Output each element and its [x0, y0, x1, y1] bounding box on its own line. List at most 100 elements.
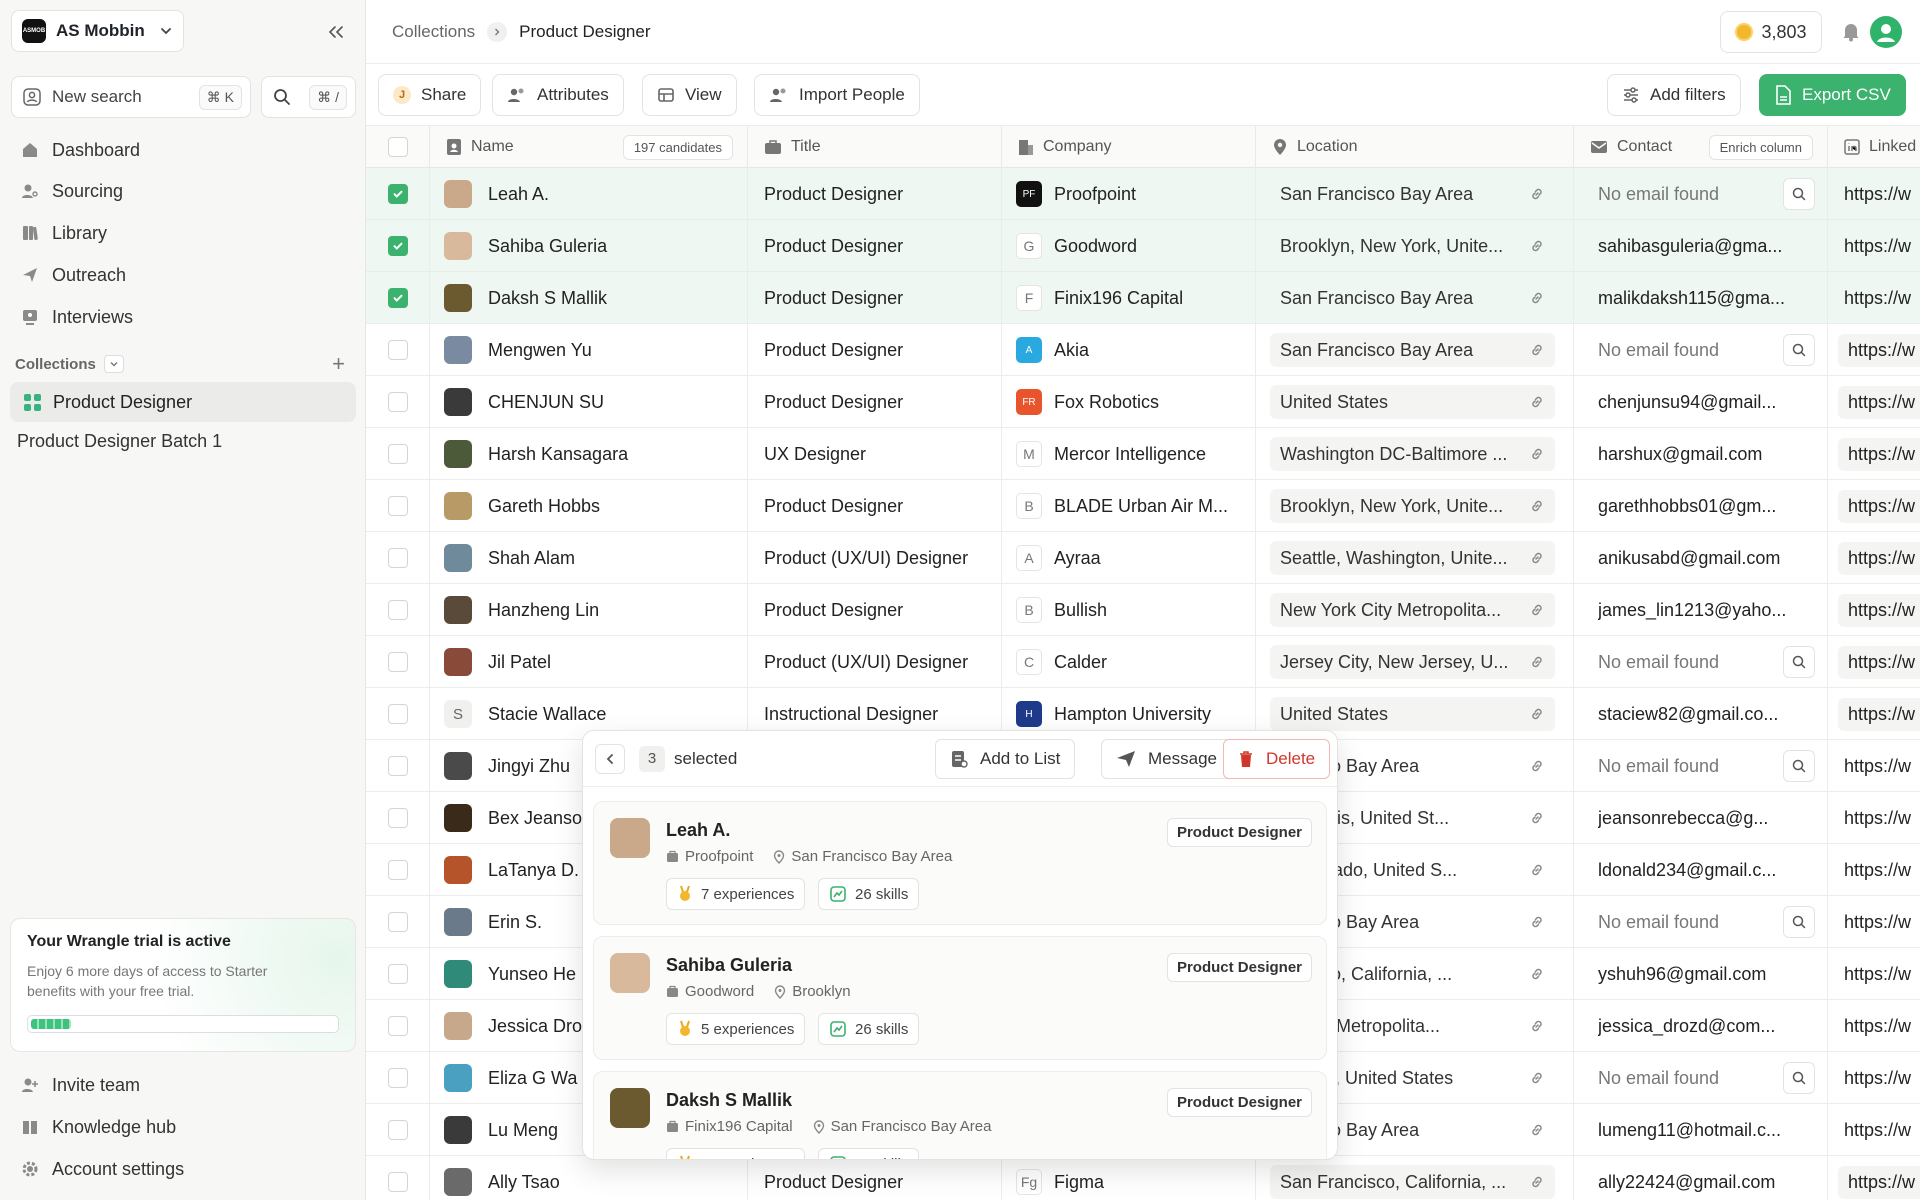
- share-button[interactable]: J Share: [378, 74, 482, 116]
- candidate-name[interactable]: Jil Patel: [488, 652, 551, 673]
- row-checkbox[interactable]: [387, 236, 408, 256]
- import-people-button[interactable]: Import People: [754, 74, 920, 116]
- link-icon[interactable]: [1529, 394, 1545, 410]
- company-name[interactable]: Figma: [1054, 1172, 1104, 1193]
- table-row[interactable]: Mengwen Yu Product Designer A Akia San Franc…: [366, 324, 1920, 376]
- enrich-column-button[interactable]: Enrich column: [1708, 134, 1813, 160]
- message-button[interactable]: Message: [1101, 739, 1232, 779]
- linkedin-url[interactable]: https://w: [1838, 437, 1920, 471]
- table-row[interactable]: Jil Patel Product (UX/UI) Designer C Calder…: [366, 636, 1920, 688]
- candidate-name[interactable]: Jingyi Zhu: [488, 756, 570, 777]
- candidate-name[interactable]: Stacie Wallace: [488, 704, 606, 725]
- linkedin-url[interactable]: https://w: [1844, 1120, 1911, 1141]
- link-icon[interactable]: [1529, 758, 1545, 774]
- column-name[interactable]: Name 197 candidates: [430, 126, 748, 168]
- add-to-list-button[interactable]: Add to List: [935, 739, 1076, 779]
- select-all-checkbox[interactable]: [388, 137, 408, 157]
- candidate-name[interactable]: Lu Meng: [488, 1120, 558, 1141]
- add-filters-button[interactable]: Add filters: [1607, 74, 1741, 116]
- link-icon[interactable]: [1529, 1174, 1545, 1190]
- link-icon[interactable]: [1529, 238, 1545, 254]
- find-email-icon[interactable]: [1783, 1062, 1815, 1094]
- link-icon[interactable]: [1529, 602, 1545, 618]
- candidate-name[interactable]: LaTanya D.: [488, 860, 579, 881]
- candidate-name[interactable]: Mengwen Yu: [488, 340, 592, 361]
- nav-library[interactable]: Library: [10, 214, 356, 252]
- linkedin-url[interactable]: https://w: [1844, 236, 1911, 257]
- nav-sourcing[interactable]: Sourcing: [10, 172, 356, 210]
- bell-icon[interactable]: [1840, 20, 1862, 42]
- user-avatar[interactable]: [1870, 16, 1902, 48]
- experiences-chip[interactable]: 5 experiences: [666, 1148, 806, 1159]
- row-checkbox[interactable]: [387, 1120, 408, 1140]
- credits-badge[interactable]: 3,803: [1720, 11, 1822, 53]
- link-icon[interactable]: [1529, 446, 1545, 462]
- link-icon[interactable]: [1529, 1070, 1545, 1086]
- link-icon[interactable]: [1529, 810, 1545, 826]
- candidate-name[interactable]: Sahiba Guleria: [488, 236, 607, 257]
- view-button[interactable]: View: [642, 74, 737, 116]
- new-search-button[interactable]: New search ⌘ K: [11, 76, 251, 118]
- linkedin-url[interactable]: https://w: [1844, 1016, 1911, 1037]
- candidate-name[interactable]: Yunseo He: [488, 964, 576, 985]
- candidate-name[interactable]: CHENJUN SU: [488, 392, 604, 413]
- linkedin-url[interactable]: https://w: [1844, 184, 1911, 205]
- link-icon[interactable]: [1529, 654, 1545, 670]
- company-name[interactable]: Calder: [1054, 652, 1107, 673]
- row-checkbox[interactable]: [387, 340, 408, 360]
- link-icon[interactable]: [1529, 706, 1545, 722]
- link-icon[interactable]: [1529, 862, 1545, 878]
- linkedin-url[interactable]: https://w: [1844, 288, 1911, 309]
- link-icon[interactable]: [1529, 186, 1545, 202]
- company-name[interactable]: Mercor Intelligence: [1054, 444, 1206, 465]
- candidate-name[interactable]: Harsh Kansagara: [488, 444, 628, 465]
- link-icon[interactable]: [1529, 914, 1545, 930]
- table-row[interactable]: Gareth Hobbs Product Designer B BLADE Urban…: [366, 480, 1920, 532]
- link-icon[interactable]: [1529, 498, 1545, 514]
- link-icon[interactable]: [1529, 1018, 1545, 1034]
- candidate-name[interactable]: Hanzheng Lin: [488, 600, 599, 621]
- find-email-icon[interactable]: [1783, 178, 1815, 210]
- find-email-icon[interactable]: [1783, 750, 1815, 782]
- company-name[interactable]: Hampton University: [1054, 704, 1211, 725]
- candidate-name[interactable]: Gareth Hobbs: [488, 496, 600, 517]
- table-row[interactable]: CHENJUN SU Product Designer FR Fox Robotics…: [366, 376, 1920, 428]
- link-icon[interactable]: [1529, 1122, 1545, 1138]
- row-checkbox[interactable]: [387, 756, 408, 776]
- link-icon[interactable]: [1529, 966, 1545, 982]
- column-location[interactable]: Location: [1256, 126, 1574, 168]
- find-email-icon[interactable]: [1783, 906, 1815, 938]
- table-row[interactable]: Hanzheng Lin Product Designer B Bullish New …: [366, 584, 1920, 636]
- collection-item-product-designer[interactable]: Product Designer: [10, 382, 356, 422]
- link-icon[interactable]: [1529, 550, 1545, 566]
- linkedin-url[interactable]: https://w: [1844, 808, 1911, 829]
- workspace-switcher[interactable]: ASMOB AS Mobbin: [11, 10, 184, 52]
- table-row[interactable]: Harsh Kansagara UX Designer M Mercor Intell…: [366, 428, 1920, 480]
- linkedin-url[interactable]: https://w: [1844, 1068, 1911, 1089]
- find-email-icon[interactable]: [1783, 646, 1815, 678]
- row-checkbox[interactable]: [387, 184, 408, 204]
- candidate-name[interactable]: Eliza G Wa: [488, 1068, 577, 1089]
- breadcrumb-collections[interactable]: Collections: [392, 22, 475, 42]
- nav-outreach[interactable]: Outreach: [10, 256, 356, 294]
- export-csv-button[interactable]: Export CSV: [1759, 74, 1906, 116]
- nav-interviews[interactable]: Interviews: [10, 298, 356, 336]
- linkedin-url[interactable]: https://w: [1838, 541, 1920, 575]
- collection-item-batch-1[interactable]: Product Designer Batch 1: [17, 431, 222, 452]
- link-icon[interactable]: [1529, 342, 1545, 358]
- nav-dashboard[interactable]: Dashboard: [10, 131, 356, 169]
- table-row[interactable]: Ally Tsao Product Designer Fg Figma San Fran…: [366, 1156, 1920, 1200]
- linkedin-url[interactable]: https://w: [1838, 1165, 1920, 1199]
- selected-candidate-card[interactable]: Daksh S Mallik Finix196 Capital San Franci…: [593, 1071, 1327, 1159]
- linkedin-url[interactable]: https://w: [1838, 385, 1920, 419]
- row-checkbox[interactable]: [387, 496, 408, 516]
- collapse-sidebar-icon[interactable]: [322, 20, 350, 44]
- nav-knowledge-hub[interactable]: Knowledge hub: [10, 1108, 356, 1146]
- link-icon[interactable]: [1529, 290, 1545, 306]
- linkedin-url[interactable]: https://w: [1844, 964, 1911, 985]
- company-name[interactable]: Goodword: [1054, 236, 1137, 257]
- candidate-name[interactable]: Bex Jeanso: [488, 808, 582, 829]
- selected-candidate-card[interactable]: Leah A. Proofpoint San Francisco Bay Area P…: [593, 801, 1327, 925]
- attributes-button[interactable]: Attributes: [492, 74, 624, 116]
- company-name[interactable]: Ayraa: [1054, 548, 1101, 569]
